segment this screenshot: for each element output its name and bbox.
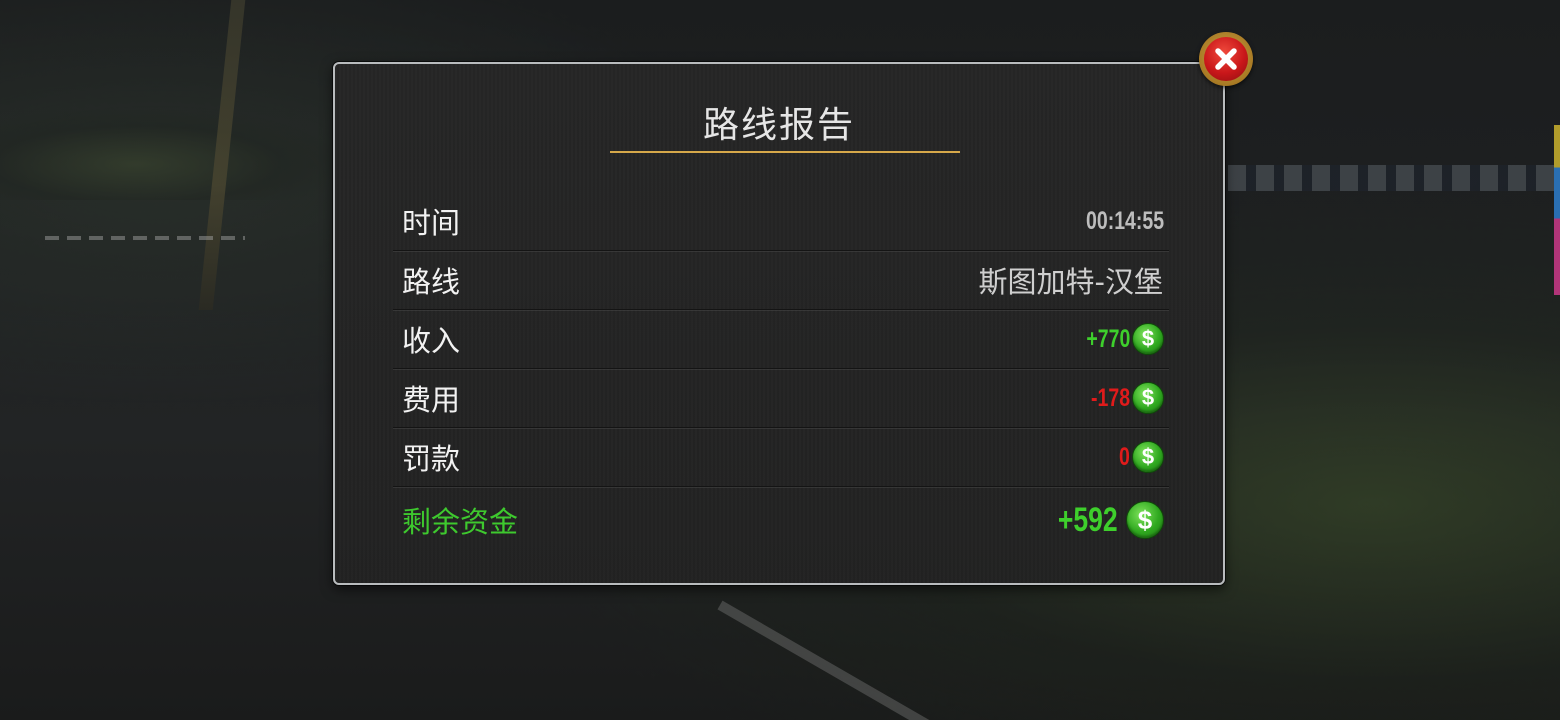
- row-value: +770 $: [1074, 323, 1169, 355]
- row-value: +592 $: [1041, 501, 1169, 540]
- report-row-remaining: 剩余资金 +592 $: [393, 487, 1169, 553]
- row-value: 斯图加特-汉堡: [979, 259, 1169, 301]
- background-road-marking: [45, 236, 245, 240]
- row-value: -178 $: [1080, 382, 1169, 414]
- dollar-coin-icon: $: [1132, 382, 1164, 414]
- dollar-coin-icon: $: [1132, 441, 1164, 473]
- route-value: 斯图加特-汉堡: [978, 265, 1163, 299]
- dollar-coin-icon: $: [1126, 501, 1164, 539]
- background-side-strip: [1554, 125, 1560, 295]
- report-row-time: 时间 00:14:55: [393, 192, 1169, 251]
- time-value: 00:14:55: [1085, 206, 1164, 235]
- route-report-dialog: 路线报告 时间 00:14:55 路线 斯图加特-汉堡 收入 +770 $ 费用…: [333, 62, 1225, 585]
- fine-value: 0: [1119, 442, 1130, 471]
- dialog-title: 路线报告: [702, 105, 855, 146]
- row-label: 剩余资金: [402, 505, 519, 539]
- background-road-line: [717, 600, 948, 720]
- row-label: 费用: [402, 383, 461, 417]
- title-underline: [610, 151, 960, 153]
- row-label: 路线: [402, 265, 461, 299]
- row-value: 00:14:55: [1064, 207, 1169, 236]
- report-row-route: 路线 斯图加特-汉堡: [393, 251, 1169, 310]
- close-button[interactable]: [1199, 32, 1253, 86]
- income-value: +770: [1086, 324, 1130, 353]
- background-railing: [1228, 165, 1558, 191]
- report-rows: 时间 00:14:55 路线 斯图加特-汉堡 收入 +770 $ 费用 -178…: [393, 192, 1169, 553]
- row-label: 时间: [402, 206, 461, 240]
- remaining-value: +592: [1058, 500, 1118, 539]
- expense-value: -178: [1090, 383, 1130, 412]
- report-row-expense: 费用 -178 $: [393, 369, 1169, 428]
- background-trees: [0, 110, 340, 200]
- dollar-coin-icon: $: [1132, 323, 1164, 355]
- report-row-fine: 罚款 0 $: [393, 428, 1169, 487]
- row-label: 罚款: [402, 442, 461, 476]
- report-row-income: 收入 +770 $: [393, 310, 1169, 369]
- row-label: 收入: [402, 324, 461, 358]
- row-value: 0 $: [1116, 441, 1169, 473]
- close-icon: [1204, 37, 1248, 81]
